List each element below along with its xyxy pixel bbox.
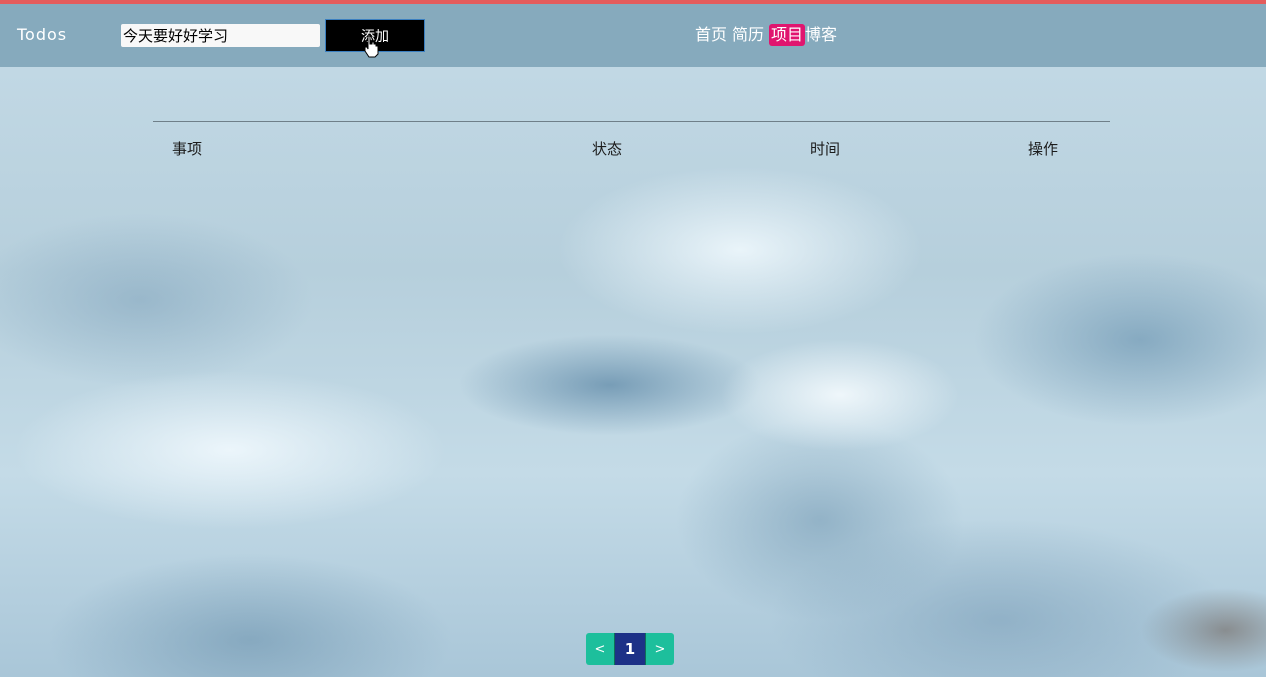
column-header-time: 时间 xyxy=(810,140,841,158)
brand-title: Todos xyxy=(17,25,68,44)
nav-link-blog[interactable]: 博客 xyxy=(805,24,837,46)
nav-link-resume[interactable]: 简历 xyxy=(732,24,764,46)
column-header-item: 事项 xyxy=(172,140,203,158)
navbar: Todos 添加 首页 简历 项目 博客 xyxy=(0,4,1266,67)
prev-page-button[interactable]: < xyxy=(586,633,614,665)
nav-link-projects[interactable]: 项目 xyxy=(769,24,806,46)
nav-link-home[interactable]: 首页 xyxy=(695,24,727,46)
hand-cursor-icon xyxy=(364,35,379,58)
pagination: < 1 > xyxy=(586,633,674,665)
background-clouds xyxy=(0,0,1266,677)
todo-table: 事项 状态 时间 操作 xyxy=(153,121,1110,158)
column-header-actions: 操作 xyxy=(1028,140,1059,158)
todo-input[interactable] xyxy=(121,24,320,47)
column-header-status: 状态 xyxy=(592,140,623,158)
nav-links: 首页 简历 项目 博客 xyxy=(695,24,842,46)
current-page-button[interactable]: 1 xyxy=(614,633,646,665)
next-page-button[interactable]: > xyxy=(646,633,674,665)
